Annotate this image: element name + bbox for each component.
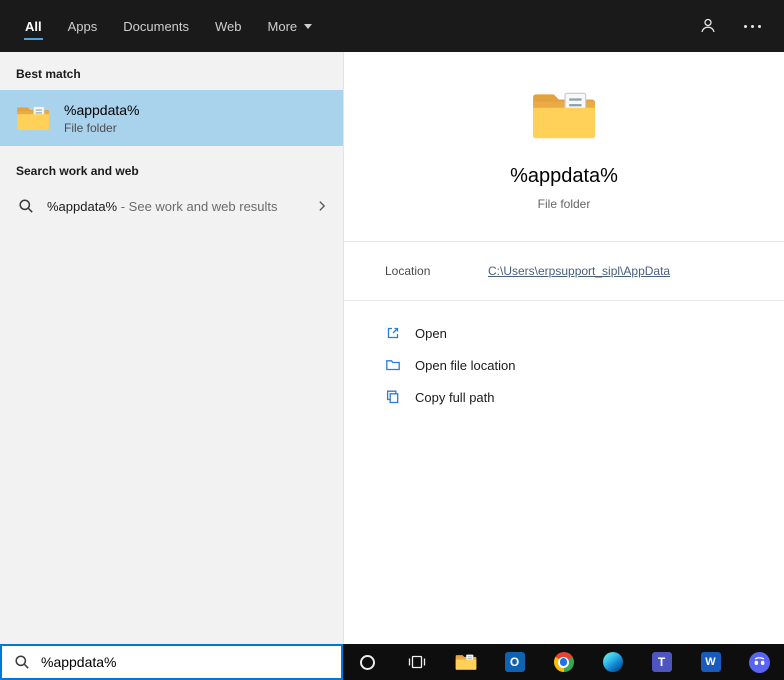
section-title-search-web: Search work and web bbox=[16, 164, 139, 178]
tab-documents-label: Documents bbox=[123, 18, 190, 34]
best-match-result[interactable]: %appdata% File folder bbox=[0, 90, 343, 146]
web-search-query: %appdata% bbox=[47, 198, 118, 214]
action-open[interactable]: Open bbox=[344, 317, 784, 349]
header-actions bbox=[698, 16, 762, 36]
preview-title: %appdata% bbox=[510, 165, 618, 187]
outlook-icon: O bbox=[504, 652, 525, 672]
taskbar-task-view[interactable] bbox=[392, 644, 441, 680]
location-link[interactable]: C:\Users\erpsupport_sipl\AppData bbox=[488, 264, 670, 278]
more-options-icon[interactable] bbox=[742, 16, 762, 36]
chevron-right-icon bbox=[319, 201, 326, 211]
tab-apps[interactable]: Apps bbox=[55, 0, 111, 52]
web-search-result[interactable]: %appdata% - See work and web results bbox=[0, 187, 343, 225]
tab-more[interactable]: More bbox=[255, 0, 326, 52]
best-match-text: %appdata% File folder bbox=[64, 102, 140, 135]
action-copy-full-path-label: Copy full path bbox=[415, 389, 495, 405]
filter-tabs: All Apps Documents Web More bbox=[12, 0, 325, 52]
account-icon[interactable] bbox=[698, 16, 718, 36]
search-box[interactable] bbox=[0, 644, 343, 680]
tab-all-label: All bbox=[25, 18, 42, 34]
taskbar: O T W bbox=[343, 644, 784, 680]
location-row: Location C:\Users\erpsupport_sipl\AppDat… bbox=[344, 242, 784, 300]
tab-apps-label: Apps bbox=[67, 18, 98, 34]
action-open-label: Open bbox=[415, 325, 447, 341]
tab-more-label: More bbox=[267, 18, 298, 34]
chevron-down-icon bbox=[304, 23, 313, 29]
copy-icon bbox=[386, 390, 399, 404]
chrome-icon bbox=[553, 652, 574, 672]
cortana-icon bbox=[360, 654, 375, 670]
preview-panel: %appdata% File folder Location C:\Users\… bbox=[343, 52, 784, 644]
tab-documents[interactable]: Documents bbox=[110, 0, 202, 52]
action-open-file-location-label: Open file location bbox=[415, 357, 516, 373]
action-open-file-location[interactable]: Open file location bbox=[344, 349, 784, 381]
location-label: Location bbox=[385, 264, 431, 278]
context-actions: Open Open file location Copy full path bbox=[344, 301, 784, 413]
teams-icon: T bbox=[651, 652, 672, 672]
section-title-best-match: Best match bbox=[16, 67, 81, 81]
open-file-location-icon bbox=[386, 360, 400, 371]
web-search-text: %appdata% - See work and web results bbox=[47, 199, 278, 214]
folder-icon bbox=[531, 92, 597, 140]
taskbar-chrome[interactable] bbox=[539, 644, 588, 680]
taskbar-edge[interactable] bbox=[588, 644, 637, 680]
tab-all[interactable]: All bbox=[12, 0, 55, 52]
tab-web[interactable]: Web bbox=[202, 0, 255, 52]
tab-web-label: Web bbox=[215, 18, 242, 34]
file-explorer-icon bbox=[454, 654, 477, 671]
search-icon bbox=[19, 199, 33, 213]
web-search-suffix: - See work and web results bbox=[117, 198, 278, 214]
task-view-icon bbox=[408, 655, 425, 669]
taskbar-cortana[interactable] bbox=[343, 644, 392, 680]
preview-header: %appdata% File folder bbox=[344, 52, 784, 211]
taskbar-file-explorer[interactable] bbox=[441, 644, 490, 680]
open-icon bbox=[387, 327, 399, 339]
search-icon bbox=[15, 655, 29, 669]
results-panel: Best match %appdata% File folder Search … bbox=[0, 52, 343, 644]
search-header: All Apps Documents Web More bbox=[0, 0, 784, 52]
edge-icon bbox=[602, 652, 623, 672]
taskbar-discord[interactable] bbox=[735, 644, 784, 680]
preview-subtitle: File folder bbox=[537, 197, 591, 211]
taskbar-teams[interactable]: T bbox=[637, 644, 686, 680]
word-icon: W bbox=[700, 652, 721, 672]
result-title: %appdata% bbox=[64, 101, 140, 118]
action-copy-full-path[interactable]: Copy full path bbox=[344, 381, 784, 413]
taskbar-word[interactable]: W bbox=[686, 644, 735, 680]
search-input[interactable] bbox=[41, 654, 331, 670]
windows-search-screen: All Apps Documents Web More Best match %… bbox=[0, 0, 784, 680]
taskbar-outlook[interactable]: O bbox=[490, 644, 539, 680]
result-subtitle: File folder bbox=[64, 120, 117, 135]
discord-icon bbox=[749, 651, 770, 673]
folder-icon bbox=[16, 106, 50, 131]
